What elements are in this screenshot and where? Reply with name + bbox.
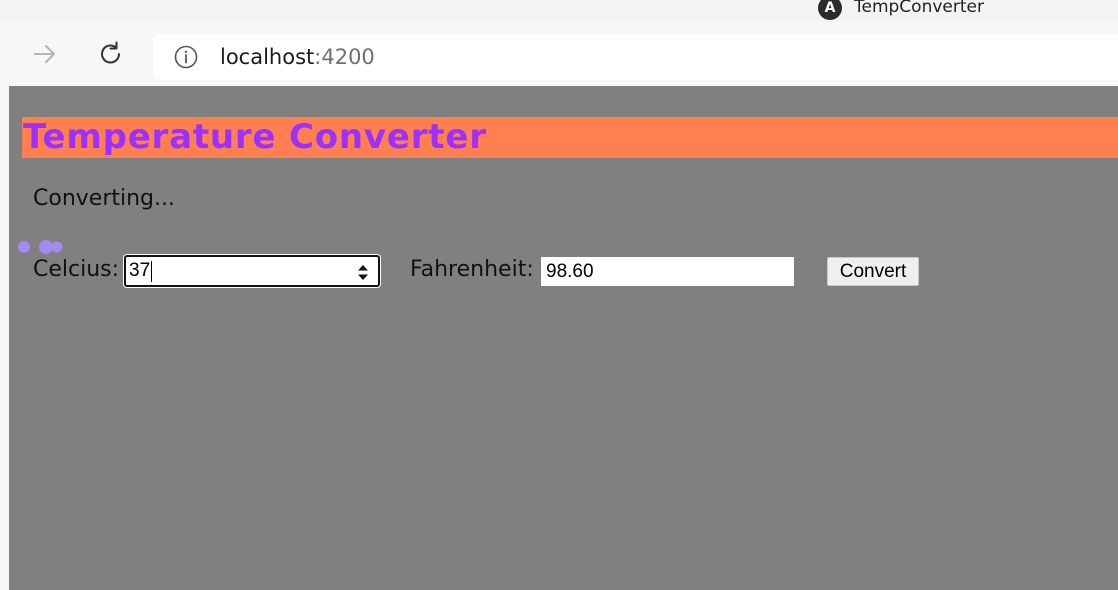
fahrenheit-input[interactable] bbox=[541, 257, 794, 286]
reload-button[interactable] bbox=[93, 36, 129, 72]
celsius-field[interactable] bbox=[124, 255, 380, 287]
browser-toolbar: localhost:4200 bbox=[0, 22, 1118, 86]
angular-icon: A bbox=[818, 0, 842, 20]
address-bar[interactable]: localhost:4200 bbox=[153, 34, 1118, 80]
converter-form: Celcius: Fahrenheit: Convert bbox=[33, 254, 1033, 290]
forward-button[interactable] bbox=[27, 36, 63, 72]
url-text: localhost:4200 bbox=[220, 45, 375, 69]
tab-strip: A TempConverter bbox=[0, 0, 1118, 22]
page-title: Temperature Converter bbox=[23, 117, 487, 157]
info-icon[interactable] bbox=[173, 44, 199, 70]
reload-icon bbox=[101, 41, 120, 64]
browser-tab[interactable]: A TempConverter bbox=[818, 0, 984, 20]
convert-button[interactable]: Convert bbox=[827, 257, 919, 286]
url-host: localhost bbox=[220, 45, 315, 69]
celsius-input[interactable] bbox=[129, 259, 339, 283]
text-caret bbox=[151, 261, 152, 282]
spinner-up-icon[interactable] bbox=[357, 264, 369, 271]
title-banner: Temperature Converter bbox=[22, 117, 1118, 158]
number-spinner[interactable] bbox=[356, 261, 370, 283]
spinner-down-icon[interactable] bbox=[357, 274, 369, 281]
url-port: :4200 bbox=[314, 45, 375, 69]
fahrenheit-label: Fahrenheit: bbox=[410, 257, 534, 282]
arrow-right-icon bbox=[34, 45, 55, 63]
page-viewport: Temperature Converter Converting... Celc… bbox=[9, 86, 1118, 590]
celsius-label: Celcius: bbox=[33, 257, 120, 282]
status-text: Converting... bbox=[33, 186, 175, 211]
tab-title: TempConverter bbox=[854, 0, 984, 17]
